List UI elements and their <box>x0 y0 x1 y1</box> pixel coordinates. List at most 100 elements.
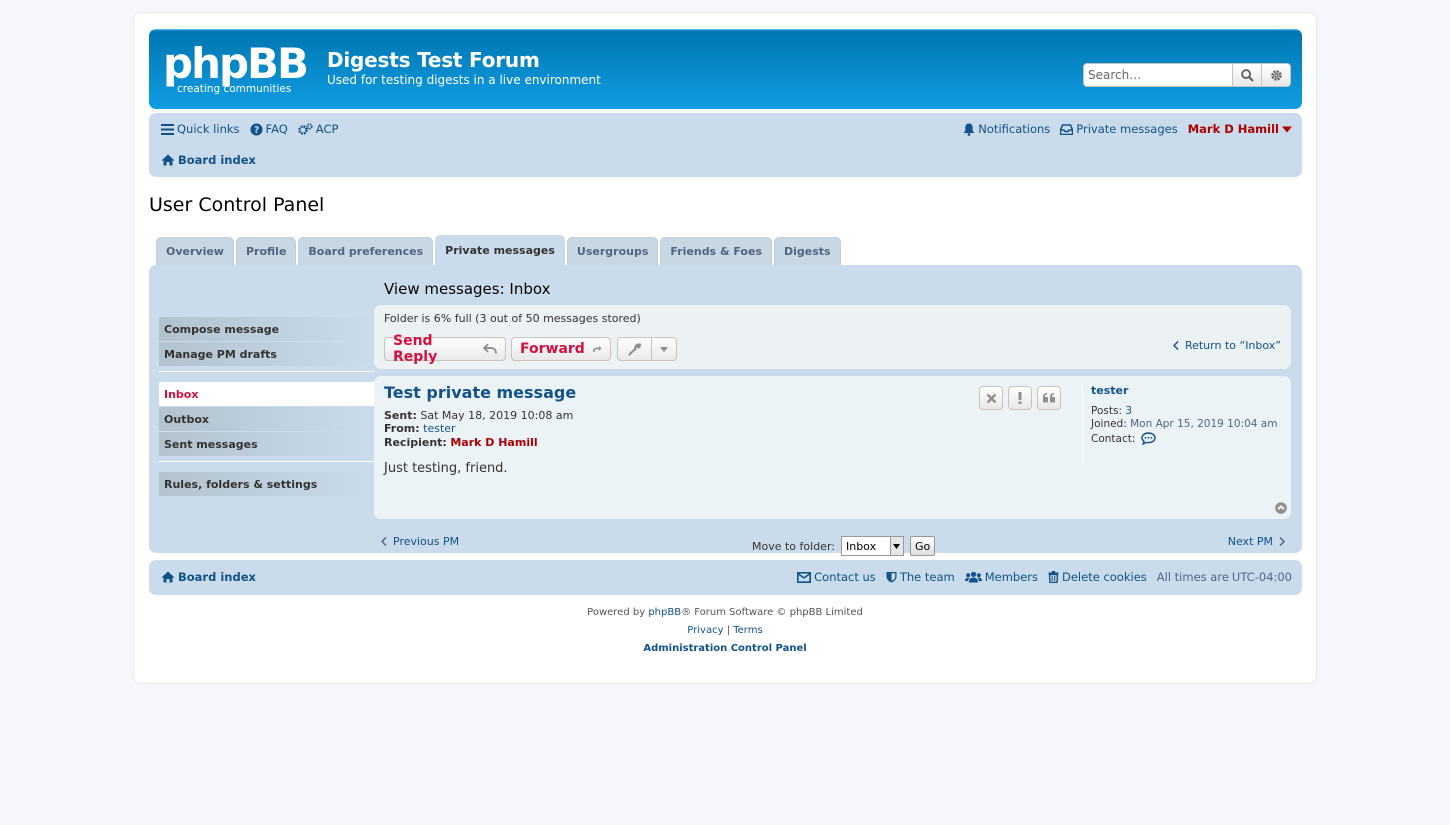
folder-select[interactable]: Inbox <box>840 536 904 556</box>
caret-down-icon <box>1282 126 1292 132</box>
chevron-left-icon <box>381 537 387 546</box>
quick-links[interactable]: Quick links <box>161 122 240 136</box>
profile-username[interactable]: tester <box>1091 384 1277 397</box>
sidebar-item-rules[interactable]: Rules, folders & settings <box>159 472 374 496</box>
posts-value[interactable]: 3 <box>1125 405 1132 417</box>
sent-label: Sent: <box>384 409 417 422</box>
view-title: View messages: Inbox <box>384 280 551 298</box>
contact-us-link[interactable]: Contact us <box>797 570 876 584</box>
acp-footer-link[interactable]: Administration Control Panel <box>643 643 806 654</box>
send-reply-button[interactable]: Send Reply <box>384 333 506 365</box>
cogs-icon <box>298 122 313 135</box>
svg-text:?: ? <box>253 125 258 136</box>
chat-bubble-icon[interactable] <box>1141 432 1157 445</box>
message-from: From: tester <box>384 422 456 435</box>
timezone-label: All times are <box>1156 570 1229 584</box>
author-profile: tester Posts: 3 Joined: Mon Apr 15, 2019… <box>1091 384 1277 445</box>
profile-joined: Joined: Mon Apr 15, 2019 10:04 am <box>1091 418 1277 430</box>
powered-prefix: Powered by <box>587 607 646 618</box>
search-input[interactable] <box>1083 63 1233 87</box>
acp-link[interactable]: ACP <box>298 122 338 136</box>
tools-dropdown[interactable] <box>617 337 677 361</box>
timezone-info: All times are UTC-04:00 <box>1157 570 1292 584</box>
sidebar-divider <box>159 371 374 372</box>
site-description: Used for testing digests in a live envir… <box>327 73 601 87</box>
delete-message-button[interactable] <box>979 386 1003 410</box>
profile-posts: Posts: 3 <box>1091 405 1277 417</box>
forward-button[interactable]: Forward <box>511 337 611 361</box>
private-messages-link[interactable]: Private messages <box>1060 122 1178 136</box>
chevron-right-icon <box>1279 537 1285 546</box>
bell-icon <box>963 123 975 136</box>
question-icon: ? <box>249 122 263 136</box>
wrench-icon <box>628 342 642 355</box>
privacy-link[interactable]: Privacy <box>687 625 723 636</box>
reply-icon <box>483 343 497 354</box>
sidebar-item-sent[interactable]: Sent messages <box>159 432 374 456</box>
sidebar-item-compose[interactable]: Compose message <box>159 317 374 341</box>
phpbb-logo[interactable]: phpBB creating communities <box>163 42 313 94</box>
footer-navbar: Board index Contact us The team Members … <box>149 560 1302 595</box>
next-pm-link[interactable]: Next PM <box>1228 535 1285 548</box>
sidebar-item-drafts[interactable]: Manage PM drafts <box>159 342 374 366</box>
tab-usergroups[interactable]: Usergroups <box>566 237 659 265</box>
menu-icon <box>161 123 174 135</box>
page-wrap: phpBB creating communities Digests Test … <box>133 12 1317 684</box>
previous-pm-link[interactable]: Previous PM <box>381 535 459 548</box>
return-link-label: Return to “Inbox” <box>1184 339 1281 352</box>
forward-label: Forward <box>520 341 585 357</box>
sidebar-item-inbox[interactable]: Inbox <box>159 382 374 406</box>
tab-digests[interactable]: Digests <box>774 237 841 265</box>
chevron-left-icon <box>1172 341 1179 350</box>
contact-us-label: Contact us <box>814 570 876 584</box>
tools-button[interactable] <box>618 338 653 360</box>
search-icon <box>1240 68 1254 82</box>
site-title: Digests Test Forum <box>327 48 540 72</box>
caret-down-icon <box>660 346 669 352</box>
sidebar: Compose message Manage PM drafts Inbox O… <box>159 317 374 497</box>
tab-friends-foes[interactable]: Friends & Foes <box>660 237 772 265</box>
from-value[interactable]: tester <box>423 422 455 435</box>
tab-profile[interactable]: Profile <box>235 237 297 265</box>
tab-private-messages[interactable]: Private messages <box>435 235 565 265</box>
go-button[interactable]: Go <box>909 536 936 556</box>
advanced-search-button[interactable] <box>1262 63 1291 87</box>
board-index-link[interactable]: Board index <box>161 153 256 167</box>
site-header: phpBB creating communities Digests Test … <box>149 29 1302 109</box>
notifications-link[interactable]: Notifications <box>963 122 1050 136</box>
quote-icon <box>1043 393 1055 403</box>
report-message-button[interactable] <box>1008 386 1032 410</box>
phpbb-link[interactable]: phpBB <box>648 607 681 618</box>
message-post: Test private message Sent: Sat May 18, 2… <box>374 376 1291 519</box>
search-button[interactable] <box>1233 63 1262 87</box>
faq-link[interactable]: ? FAQ <box>249 122 288 136</box>
tab-board-preferences[interactable]: Board preferences <box>298 237 434 265</box>
exclamation-icon <box>1018 392 1022 404</box>
message-title[interactable]: Test private message <box>384 383 576 402</box>
delete-cookies-label: Delete cookies <box>1062 570 1147 584</box>
return-to-inbox-link[interactable]: Return to “Inbox” <box>1172 339 1281 352</box>
the-team-link[interactable]: The team <box>886 570 955 584</box>
user-menu[interactable]: Mark D Hamill <box>1188 122 1292 136</box>
navbar: Quick links ? FAQ ACP Notifications Priv… <box>149 113 1302 177</box>
members-link[interactable]: Members <box>964 570 1038 584</box>
quick-links-label: Quick links <box>177 122 240 136</box>
move-to-folder: Move to folder: Inbox Go <box>752 536 936 556</box>
quote-message-button[interactable] <box>1037 386 1061 410</box>
back-to-top-icon[interactable] <box>1275 502 1287 514</box>
folder-select-value: Inbox <box>845 539 877 553</box>
members-label: Members <box>984 570 1038 584</box>
recipient-label: Recipient: <box>384 436 447 449</box>
footer-board-index-link[interactable]: Board index <box>161 570 256 584</box>
terms-link[interactable]: Terms <box>733 625 762 636</box>
sidebar-item-outbox[interactable]: Outbox <box>159 407 374 431</box>
posts-label: Posts: <box>1091 405 1122 417</box>
logo-subtitle: creating communities <box>177 83 291 94</box>
legal-separator: | <box>726 625 731 636</box>
tab-overview[interactable]: Overview <box>156 237 234 265</box>
tools-caret[interactable] <box>652 346 676 352</box>
delete-cookies-link[interactable]: Delete cookies <box>1048 570 1147 584</box>
recipient-value[interactable]: Mark D Hamill <box>450 436 537 449</box>
search-box <box>1083 63 1291 87</box>
breadcrumb: Board index <box>161 153 256 167</box>
